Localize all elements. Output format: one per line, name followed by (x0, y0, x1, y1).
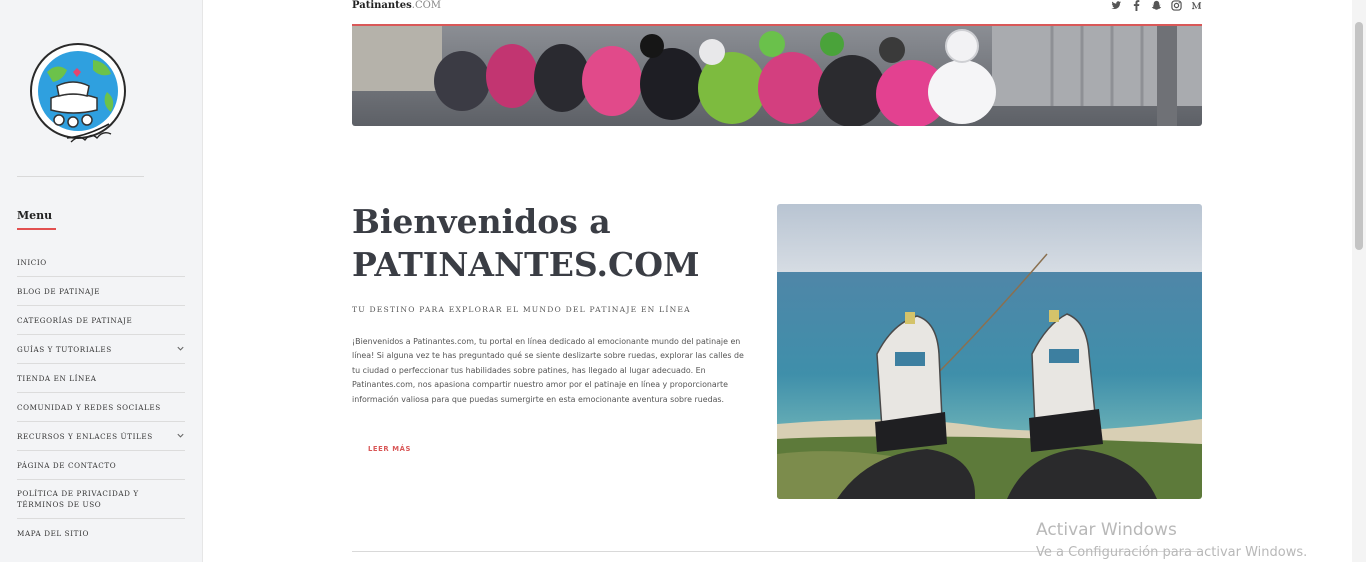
menu-item-label: Política de Privacidad y Términos de Uso (17, 489, 139, 509)
menu-item-label: Recursos y Enlaces Útiles (17, 431, 153, 441)
menu-item-label: Tienda en Línea (17, 373, 97, 383)
social-links (1111, 0, 1202, 11)
menu-item-label: Página de Contacto (17, 460, 117, 470)
menu-title: Menu (17, 209, 53, 222)
menu-item-inicio[interactable]: Inicio (17, 248, 185, 277)
menu-item-label: Mapa del Sitio (17, 529, 89, 538)
scrollbar-thumb[interactable] (1355, 22, 1363, 250)
menu-item-mapa[interactable]: Mapa del Sitio (17, 519, 185, 548)
page-title-line2: PATINANTES.COM (352, 245, 700, 284)
page-title-line1: Bienvenidos a (352, 202, 611, 241)
menu-item-label: Inicio (17, 257, 47, 267)
chevron-down-icon[interactable] (176, 344, 185, 353)
site-name-bold: Patinantes (352, 0, 412, 11)
menu-title-underline (17, 228, 56, 230)
menu-item-categorias[interactable]: Categorías de Patinaje (17, 306, 185, 335)
site-logo[interactable] (27, 40, 135, 150)
menu-item-contacto[interactable]: Página de Contacto (17, 451, 185, 480)
read-more-link[interactable]: Leer más (368, 445, 411, 453)
page-scrollbar[interactable] (1352, 0, 1366, 562)
menu-item-label: Blog de Patinaje (17, 286, 101, 296)
hero-banner-image (352, 26, 1202, 126)
windows-activation-subtitle: Ve a Configuración para activar Windows. (1036, 545, 1308, 560)
sidebar: Menu Inicio Blog de Patinaje Categorías … (0, 0, 203, 562)
menu-item-blog[interactable]: Blog de Patinaje (17, 277, 185, 306)
menu-item-label: Comunidad y Redes Sociales (17, 402, 161, 412)
windows-activation-title: Activar Windows (1036, 520, 1177, 540)
instagram-icon[interactable] (1171, 0, 1182, 11)
intro-paragraph: ¡Bienvenidos a Patinantes.com, tu portal… (352, 337, 744, 404)
sidebar-divider (17, 176, 144, 177)
facebook-icon[interactable] (1131, 0, 1142, 11)
site-name-suffix: .COM (411, 0, 442, 11)
menu-item-recursos[interactable]: Recursos y Enlaces Útiles (17, 422, 185, 451)
medium-icon[interactable] (1191, 0, 1202, 11)
tagline: Tu destino para explorar el mundo del pa… (352, 305, 691, 314)
twitter-icon[interactable] (1111, 0, 1122, 11)
page-title: Bienvenidos a PATINANTES.COM (352, 200, 752, 286)
menu-item-privacidad[interactable]: Política de Privacidad y Términos de Uso (17, 480, 185, 519)
site-name[interactable]: Patinantes.COM (352, 0, 441, 11)
chevron-down-icon[interactable] (176, 431, 185, 440)
menu-item-label: Categorías de Patinaje (17, 315, 133, 325)
menu-item-tienda[interactable]: Tienda en Línea (17, 364, 185, 393)
feature-image (777, 204, 1202, 499)
menu-item-guias[interactable]: Guías y Tutoriales (17, 335, 185, 364)
sidebar-menu: Inicio Blog de Patinaje Categorías de Pa… (17, 248, 185, 548)
menu-item-label: Guías y Tutoriales (17, 344, 112, 354)
menu-item-comunidad[interactable]: Comunidad y Redes Sociales (17, 393, 185, 422)
snapchat-icon[interactable] (1151, 0, 1162, 11)
